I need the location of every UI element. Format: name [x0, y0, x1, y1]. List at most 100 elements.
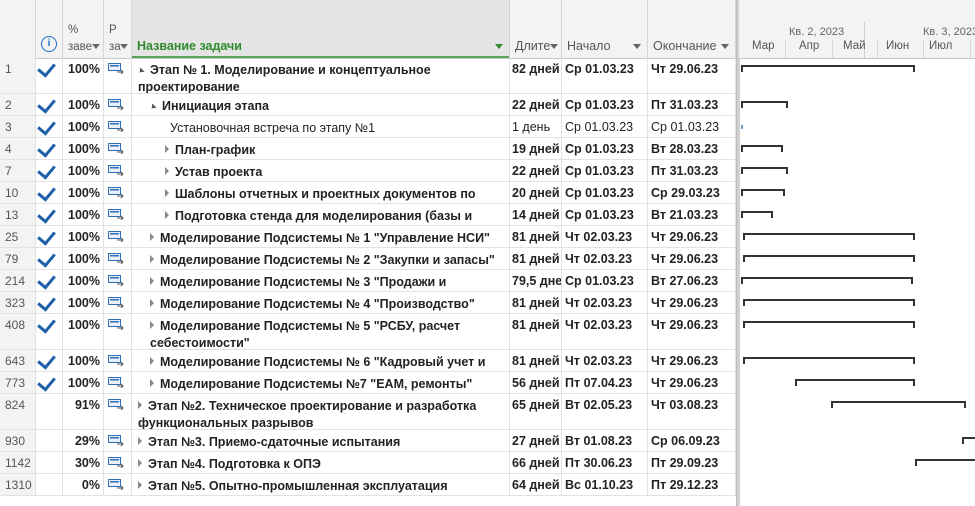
- expand-triangle-icon[interactable]: [150, 233, 154, 241]
- task-mode-cell[interactable]: [104, 270, 132, 291]
- task-mode-cell[interactable]: [104, 116, 132, 137]
- task-id[interactable]: 824: [0, 394, 36, 429]
- task-name-cell[interactable]: Моделирование Подсистемы № 2 "Закупки и …: [132, 248, 510, 269]
- task-row[interactable]: 930 29% Этап №3. Приемо-сдаточные испытани…: [0, 430, 736, 452]
- task-id[interactable]: 1: [0, 58, 36, 93]
- task-id[interactable]: 1310: [0, 474, 36, 495]
- start-date-cell[interactable]: Ср 01.03.23: [562, 270, 648, 291]
- task-row[interactable]: 10 100% Шаблоны отчетных и проектных докум…: [0, 182, 736, 204]
- task-id[interactable]: 7: [0, 160, 36, 181]
- expand-triangle-icon[interactable]: [150, 379, 154, 387]
- task-mode-cell[interactable]: [104, 204, 132, 225]
- task-mode-cell[interactable]: [104, 58, 132, 93]
- collapse-triangle-icon[interactable]: [149, 103, 157, 111]
- task-row[interactable]: 643 100% Моделирование Подсистемы № 6 "Кад…: [0, 350, 736, 372]
- task-mode-cell[interactable]: [104, 314, 132, 349]
- task-name-cell[interactable]: Моделирование Подсистемы № 5 "РСБУ, расч…: [132, 314, 510, 349]
- task-id[interactable]: 79: [0, 248, 36, 269]
- expand-triangle-icon[interactable]: [165, 167, 169, 175]
- summary-task-bar[interactable]: [742, 233, 916, 240]
- start-date-cell[interactable]: Ср 01.03.23: [562, 160, 648, 181]
- duration-column-header[interactable]: Длите: [510, 0, 562, 58]
- task-row[interactable]: 79 100% Моделирование Подсистемы № 2 "Заку…: [0, 248, 736, 270]
- task-row[interactable]: 408 100% Моделирование Подсистемы № 5 "РСБ…: [0, 314, 736, 350]
- task-id[interactable]: 2: [0, 94, 36, 115]
- task-name-cell[interactable]: Этап №2. Техническое проектирование и ра…: [132, 394, 510, 429]
- task-id[interactable]: 1142: [0, 452, 36, 473]
- finish-date-cell[interactable]: Чт 03.08.23: [648, 394, 736, 429]
- expand-triangle-icon[interactable]: [150, 255, 154, 263]
- chevron-down-icon[interactable]: [495, 44, 503, 49]
- summary-task-bar[interactable]: [741, 167, 789, 174]
- finish-date-cell[interactable]: Пт 31.03.23: [648, 160, 736, 181]
- expand-triangle-icon[interactable]: [165, 145, 169, 153]
- task-name-cell[interactable]: Моделирование Подсистемы № 3 "Продажи и …: [132, 270, 510, 291]
- chevron-down-icon[interactable]: [633, 44, 641, 49]
- duration-cell[interactable]: 20 дней: [510, 182, 562, 203]
- summary-task-bar[interactable]: [915, 459, 975, 466]
- task-mode-cell[interactable]: [104, 226, 132, 247]
- percent-complete-cell[interactable]: 100%: [63, 116, 104, 137]
- percent-complete-cell[interactable]: 100%: [63, 94, 104, 115]
- task-mode-cell[interactable]: [104, 160, 132, 181]
- chevron-down-icon[interactable]: [721, 44, 729, 49]
- duration-cell[interactable]: 79,5 дне: [510, 270, 562, 291]
- summary-task-bar[interactable]: [741, 145, 784, 152]
- summary-task-bar[interactable]: [741, 65, 916, 72]
- id-column-header[interactable]: [0, 0, 36, 58]
- duration-cell[interactable]: 81 дней: [510, 314, 562, 349]
- finish-date-cell[interactable]: Чт 29.06.23: [648, 248, 736, 269]
- task-id[interactable]: 25: [0, 226, 36, 247]
- expand-triangle-icon[interactable]: [138, 401, 142, 409]
- expand-triangle-icon[interactable]: [150, 299, 154, 307]
- finish-date-cell[interactable]: Чт 29.06.23: [648, 292, 736, 313]
- finish-date-cell[interactable]: Чт 29.06.23: [648, 350, 736, 371]
- task-name-cell[interactable]: Установочная встреча по этапу №1: [132, 116, 510, 137]
- finish-date-cell[interactable]: Вт 21.03.23: [648, 204, 736, 225]
- task-name-cell[interactable]: Этап №3. Приемо-сдаточные испытания: [132, 430, 510, 451]
- finish-date-cell[interactable]: Вт 27.06.23: [648, 270, 736, 291]
- task-name-cell[interactable]: Шаблоны отчетных и проектных документов …: [132, 182, 510, 203]
- start-date-cell[interactable]: Пт 07.04.23: [562, 372, 648, 393]
- task-name-column-header[interactable]: Название задачи: [132, 0, 510, 58]
- finish-date-cell[interactable]: Пт 29.12.23: [648, 474, 736, 495]
- finish-date-cell[interactable]: Чт 29.06.23: [648, 314, 736, 349]
- task-name-cell[interactable]: Моделирование Подсистемы №7 "EAM, ремонт…: [132, 372, 510, 393]
- task-id[interactable]: 408: [0, 314, 36, 349]
- percent-complete-cell[interactable]: 100%: [63, 160, 104, 181]
- task-mode-cell[interactable]: [104, 372, 132, 393]
- finish-date-cell[interactable]: Чт 29.06.23: [648, 226, 736, 247]
- finish-date-cell[interactable]: Чт 29.06.23: [648, 372, 736, 393]
- task-name-cell[interactable]: Моделирование Подсистемы № 6 "Кадровый у…: [132, 350, 510, 371]
- chevron-down-icon[interactable]: [550, 44, 558, 49]
- expand-triangle-icon[interactable]: [138, 459, 142, 467]
- duration-cell[interactable]: 22 дней: [510, 94, 562, 115]
- duration-cell[interactable]: 81 дней: [510, 350, 562, 371]
- task-mode-cell[interactable]: [104, 292, 132, 313]
- expand-triangle-icon[interactable]: [138, 437, 142, 445]
- task-id[interactable]: 930: [0, 430, 36, 451]
- indicators-column-header[interactable]: i: [36, 0, 63, 58]
- expand-triangle-icon[interactable]: [138, 481, 142, 489]
- summary-task-bar[interactable]: [742, 321, 916, 328]
- start-date-cell[interactable]: Чт 02.03.23: [562, 314, 648, 349]
- task-mode-cell[interactable]: [104, 138, 132, 159]
- task-id[interactable]: 323: [0, 292, 36, 313]
- summary-task-bar[interactable]: [742, 255, 916, 262]
- task-mode-column-header[interactable]: Р за: [104, 0, 132, 58]
- task-mode-cell[interactable]: [104, 248, 132, 269]
- task-row[interactable]: 323 100% Моделирование Подсистемы № 4 "Про…: [0, 292, 736, 314]
- start-column-header[interactable]: Начало: [562, 0, 648, 58]
- task-row[interactable]: 3 100% Установочная встреча по этапу №1 1 д…: [0, 116, 736, 138]
- task-row[interactable]: 4 100% План-график 19 дней Ср 01.03.23 Вт 28.…: [0, 138, 736, 160]
- percent-complete-cell[interactable]: 100%: [63, 226, 104, 247]
- expand-triangle-icon[interactable]: [150, 321, 154, 329]
- percent-complete-cell[interactable]: 100%: [63, 270, 104, 291]
- task-row[interactable]: 7 100% Устав проекта 22 дней Ср 01.03.23 Пт 3…: [0, 160, 736, 182]
- summary-task-bar[interactable]: [741, 189, 786, 196]
- task-mode-cell[interactable]: [104, 350, 132, 371]
- task-name-cell[interactable]: Устав проекта: [132, 160, 510, 181]
- start-date-cell[interactable]: Вт 02.05.23: [562, 394, 648, 429]
- task-row[interactable]: 773 100% Моделирование Подсистемы №7 "EAM,…: [0, 372, 736, 394]
- task-mode-cell[interactable]: [104, 394, 132, 429]
